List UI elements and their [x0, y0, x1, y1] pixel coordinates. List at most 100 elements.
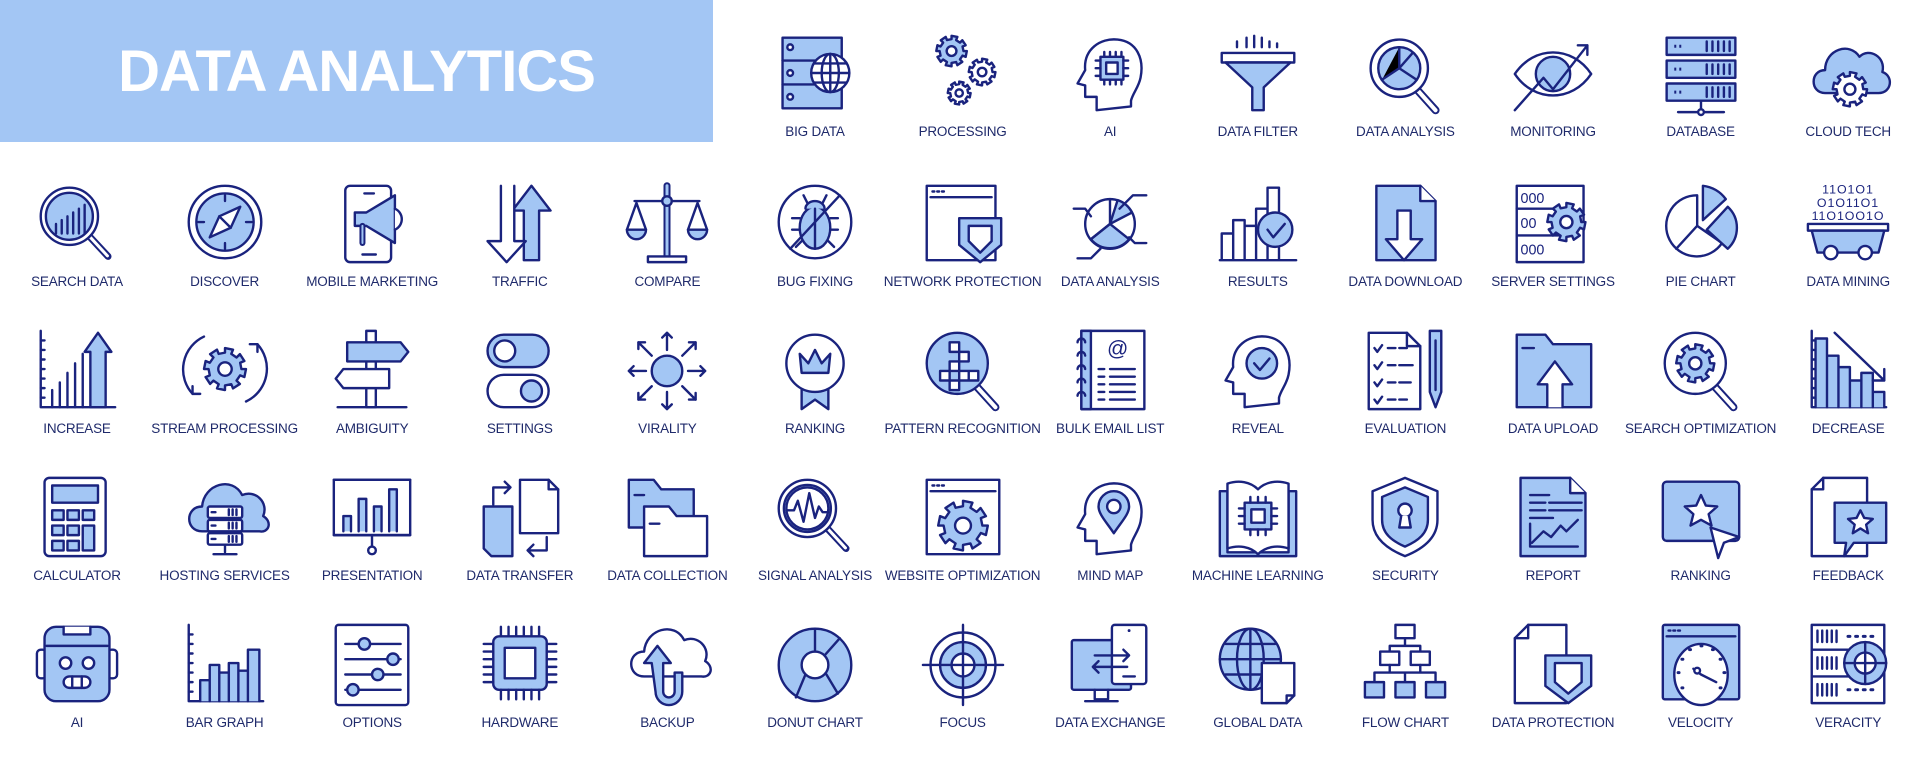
icon-label: MIND MAP	[1077, 568, 1144, 583]
icon-label: INCREASE	[43, 421, 111, 436]
icon-label: VIRALITY	[638, 421, 697, 436]
email-notebook-icon: @	[1068, 325, 1152, 415]
icon-label: SECURITY	[1372, 568, 1439, 583]
icon-label: DATA TRANSFER	[466, 568, 574, 583]
icon-tile: MACHINE LEARNING	[1184, 472, 1332, 612]
icon-tile: DONUT CHART	[741, 619, 889, 759]
sliders-icon	[330, 619, 414, 709]
icon-label: CALCULATOR	[33, 568, 121, 583]
icon-tile: DATA ANALYSIS	[1331, 28, 1479, 168]
icon-label: AI	[1104, 124, 1117, 139]
title-banner: DATA ANALYTICS	[0, 0, 713, 142]
icon-label: TRAFFIC	[492, 274, 548, 289]
icon-tile: FLOW CHART	[1331, 619, 1479, 759]
icon-tile: MIND MAP	[1036, 472, 1184, 612]
signpost-icon	[330, 325, 414, 415]
icon-label: CLOUD TECH	[1805, 124, 1891, 139]
gears-icon	[921, 28, 1005, 118]
cloud-server-icon	[183, 472, 267, 562]
icon-tile: REVEAL	[1184, 325, 1332, 465]
icon-label: DATA DOWNLOAD	[1348, 274, 1463, 289]
head-check-icon	[1216, 325, 1300, 415]
icon-tile: OPTIONS	[298, 619, 446, 759]
icon-tile: DATABASE	[1627, 28, 1775, 168]
toggles-icon	[478, 325, 562, 415]
magnifier-wave-icon	[773, 472, 857, 562]
file-star-bubble-icon	[1806, 472, 1890, 562]
icon-label: BAR GRAPH	[185, 715, 264, 730]
book-chip-icon	[1216, 472, 1300, 562]
icon-label: DATA ANALYSIS	[1356, 124, 1455, 139]
crown-badge-icon	[773, 325, 857, 415]
icon-label: PATTERN RECOGNITION	[884, 421, 1041, 436]
icon-label: BACKUP	[640, 715, 695, 730]
icon-tile: DATA ANALYSIS	[1036, 178, 1184, 318]
funnel-icon	[1216, 28, 1300, 118]
monitor-tablet-icon	[1068, 619, 1152, 709]
icon-tile: BIG DATA	[741, 28, 889, 168]
icon-label: DATA UPLOAD	[1507, 421, 1599, 436]
icon-label: NETWORK PROTECTION	[883, 274, 1042, 289]
icon-label: DATA COLLECTION	[607, 568, 728, 583]
icon-label: SEARCH OPTIMIZATION	[1624, 421, 1777, 436]
icon-tile: DATA TRANSFER	[446, 472, 594, 612]
icon-tile: VERACITY	[1774, 619, 1920, 759]
scales-icon	[625, 178, 709, 268]
icon-label: PROCESSING	[918, 124, 1007, 139]
calculator-icon	[35, 472, 119, 562]
folder-upload-icon	[1511, 325, 1595, 415]
icon-tile: AI	[1036, 28, 1184, 168]
burst-arrows-icon	[625, 325, 709, 415]
icon-label: DECREASE	[1811, 421, 1885, 436]
bars-check-icon	[1216, 178, 1300, 268]
database-rack-icon	[1659, 28, 1743, 118]
icon-tile: PATTERN RECOGNITION	[884, 325, 1041, 465]
icon-tile: DATA EXCHANGE	[1036, 619, 1184, 759]
icon-label: PRESENTATION	[321, 568, 423, 583]
flowchart-icon	[1363, 619, 1447, 709]
icon-label: FOCUS	[939, 715, 986, 730]
icon-label: HOSTING SERVICES	[159, 568, 290, 583]
icon-tile: TRAFFIC	[446, 178, 594, 318]
icon-label: MONITORING	[1510, 124, 1596, 139]
cloud-gear-icon	[1806, 28, 1890, 118]
speedometer-window-icon	[1659, 619, 1743, 709]
icon-tile: PIE CHART	[1627, 178, 1775, 318]
icon-label: BULK EMAIL LIST	[1056, 421, 1165, 436]
icon-label: DONUT CHART	[767, 715, 863, 730]
icon-tile: HARDWARE	[446, 619, 594, 759]
star-cursor-icon	[1659, 472, 1743, 562]
icon-label: HARDWARE	[481, 715, 559, 730]
file-download-icon	[1363, 178, 1447, 268]
icon-tile: CLOUD TECH	[1774, 28, 1920, 168]
svg-text:11O1OO1O: 11O1OO1O	[1812, 209, 1885, 223]
icon-label: AI	[70, 715, 84, 730]
head-chip-icon	[1068, 28, 1152, 118]
icon-tile: AMBIGUITY	[298, 325, 446, 465]
icon-tile: MONITORING	[1479, 28, 1627, 168]
icon-tile: DATA PROTECTION	[1479, 619, 1627, 759]
icon-label: VELOCITY	[1668, 715, 1734, 730]
increase-chart-icon	[35, 325, 119, 415]
icon-tile: SECURITY	[1331, 472, 1479, 612]
icon-tile: INCREASE	[3, 325, 151, 465]
icon-tile: HOSTING SERVICES	[151, 472, 299, 612]
cpu-chip-icon	[478, 619, 562, 709]
magnifier-pie-icon	[1363, 28, 1447, 118]
icon-label: DATA PROTECTION	[1491, 715, 1615, 730]
magnifier-pattern-icon	[921, 325, 1005, 415]
icon-label: STREAM PROCESSING	[151, 421, 298, 436]
icon-tile: CALCULATOR	[3, 472, 151, 612]
checklist-pencil-icon	[1363, 325, 1447, 415]
gear-cycle-icon	[183, 325, 267, 415]
head-pin-icon	[1068, 472, 1152, 562]
icon-label: REVEAL	[1231, 421, 1284, 436]
icon-label: RANKING	[784, 421, 846, 436]
pie-callout-icon	[1068, 178, 1152, 268]
icon-tile: BUG FIXING	[741, 178, 889, 318]
icon-label: DISCOVER	[190, 274, 260, 289]
icon-tile: FEEDBACK	[1774, 472, 1920, 612]
report-document-icon	[1511, 472, 1595, 562]
phone-megaphone-icon	[330, 178, 414, 268]
svg-text:11O1O1: 11O1O1	[1822, 182, 1874, 196]
